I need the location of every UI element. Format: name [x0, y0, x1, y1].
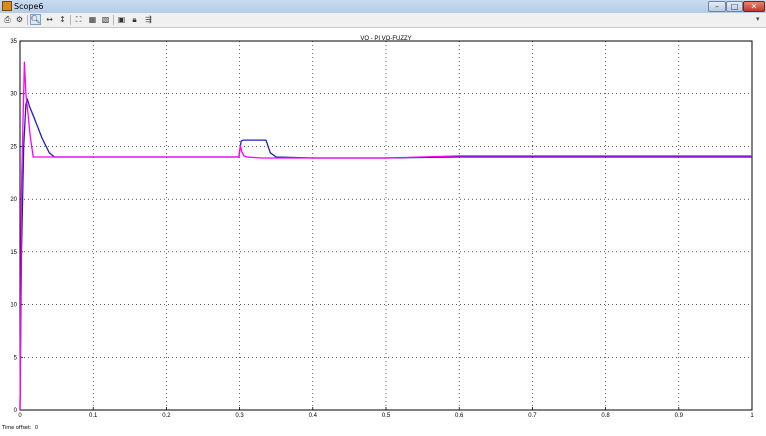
- print-button[interactable]: ⎙: [2, 14, 13, 25]
- floating-scope-icon: ▣: [117, 15, 126, 24]
- restore-axes-icon: ▧: [101, 15, 110, 24]
- toolbar-overflow-icon[interactable]: ▾: [756, 15, 760, 23]
- save-axes-icon: ▦: [88, 15, 97, 24]
- x-tick-label: 0.3: [235, 413, 244, 419]
- time-offset-status: Time offset: 0: [2, 425, 38, 431]
- x-tick-label: 0.4: [309, 413, 318, 419]
- scope-plot[interactable]: VO - PI VO-FUZZY 0 0.1 0.2 0.3 0.4 0.5 0.6 0.7 0…: [0, 28, 766, 424]
- maximize-button[interactable]: □: [726, 1, 743, 12]
- zoom-y-icon: ↕: [59, 15, 66, 24]
- zoom-x-button[interactable]: ↔: [44, 14, 55, 25]
- x-tick-label: 0.7: [528, 413, 537, 419]
- print-icon: ⎙: [4, 14, 11, 24]
- y-tick-label: 10: [10, 303, 17, 309]
- autoscale-icon: ⛶: [75, 14, 82, 24]
- time-offset-label: Time offset:: [2, 425, 32, 431]
- y-tick-label: 25: [10, 144, 17, 150]
- save-axes-button[interactable]: ▦: [87, 14, 98, 25]
- y-tick-label: 5: [14, 355, 18, 361]
- y-tick-label: 20: [10, 197, 17, 203]
- x-tick-label: 0: [18, 413, 22, 419]
- signal-select-icon: ⇶: [145, 15, 152, 24]
- toolbar-separator: [113, 15, 114, 25]
- x-tick-label: 0.2: [162, 413, 171, 419]
- y-tick-label: 35: [10, 39, 17, 45]
- minimize-button[interactable]: –: [708, 1, 726, 12]
- y-tick-label: 0: [14, 408, 18, 414]
- lock-icon: 🔒︎: [132, 14, 137, 24]
- autoscale-button[interactable]: ⛶: [73, 14, 84, 25]
- window-title: Scope6: [14, 2, 44, 11]
- parameters-button[interactable]: ⚙: [14, 14, 25, 25]
- restore-axes-button[interactable]: ▧: [100, 14, 111, 25]
- x-tick-label: 0.9: [675, 413, 684, 419]
- scope-toolbar: ⎙ ⚙ 🔍︎ ↔ ↕ ⛶ ▦ ▧ ▣ 🔒︎ ⇶ ▾: [0, 13, 766, 28]
- title-bar: Scope6 – □ ✕: [0, 0, 766, 13]
- floating-scope-button[interactable]: ▣: [116, 14, 127, 25]
- x-tick-label: 0.6: [455, 413, 464, 419]
- x-tick-label: 0.8: [601, 413, 610, 419]
- x-tick-label: 0.5: [382, 413, 391, 419]
- y-tick-label: 15: [10, 250, 17, 256]
- toolbar-separator: [27, 15, 28, 25]
- zoom-x-icon: ↔: [46, 15, 53, 24]
- close-button[interactable]: ✕: [743, 1, 765, 12]
- maximize-icon: □: [730, 2, 739, 11]
- x-tick-label: 1: [750, 413, 754, 419]
- zoom-button[interactable]: 🔍︎: [30, 14, 41, 25]
- close-icon: ✕: [750, 2, 758, 11]
- zoom-y-button[interactable]: ↕: [57, 14, 68, 25]
- x-tick-label: 0.1: [89, 413, 98, 419]
- time-offset-value: 0: [34, 425, 39, 431]
- y-tick-label: 30: [10, 92, 17, 98]
- gear-icon: ⚙: [15, 15, 24, 24]
- signal-selection-button[interactable]: ⇶: [143, 14, 154, 25]
- matlab-icon: [2, 1, 12, 11]
- zoom-icon: 🔍︎: [30, 15, 41, 24]
- minimize-icon: –: [715, 2, 719, 11]
- lock-axes-button[interactable]: 🔒︎: [129, 14, 140, 25]
- toolbar-separator: [70, 15, 71, 25]
